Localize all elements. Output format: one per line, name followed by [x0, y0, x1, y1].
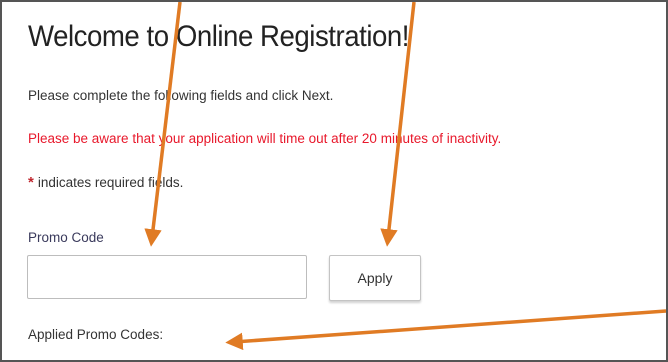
intro-text: Please complete the following fields and… — [28, 88, 334, 103]
timeout-warning: Please be aware that your application wi… — [28, 131, 502, 146]
page-title: Welcome to Online Registration! — [28, 20, 410, 53]
required-fields-note: * indicates required fields. — [28, 174, 183, 191]
registration-panel: Welcome to Online Registration! Please c… — [0, 0, 668, 362]
promo-code-label: Promo Code — [28, 230, 104, 245]
applied-promo-codes-label: Applied Promo Codes: — [28, 327, 164, 342]
annotation-arrow-applied-codes — [225, 309, 666, 351]
required-asterisk-icon: * — [28, 174, 34, 191]
apply-button[interactable]: Apply — [329, 255, 421, 301]
required-note-text: indicates required fields. — [37, 175, 184, 190]
promo-code-input[interactable] — [27, 255, 307, 299]
